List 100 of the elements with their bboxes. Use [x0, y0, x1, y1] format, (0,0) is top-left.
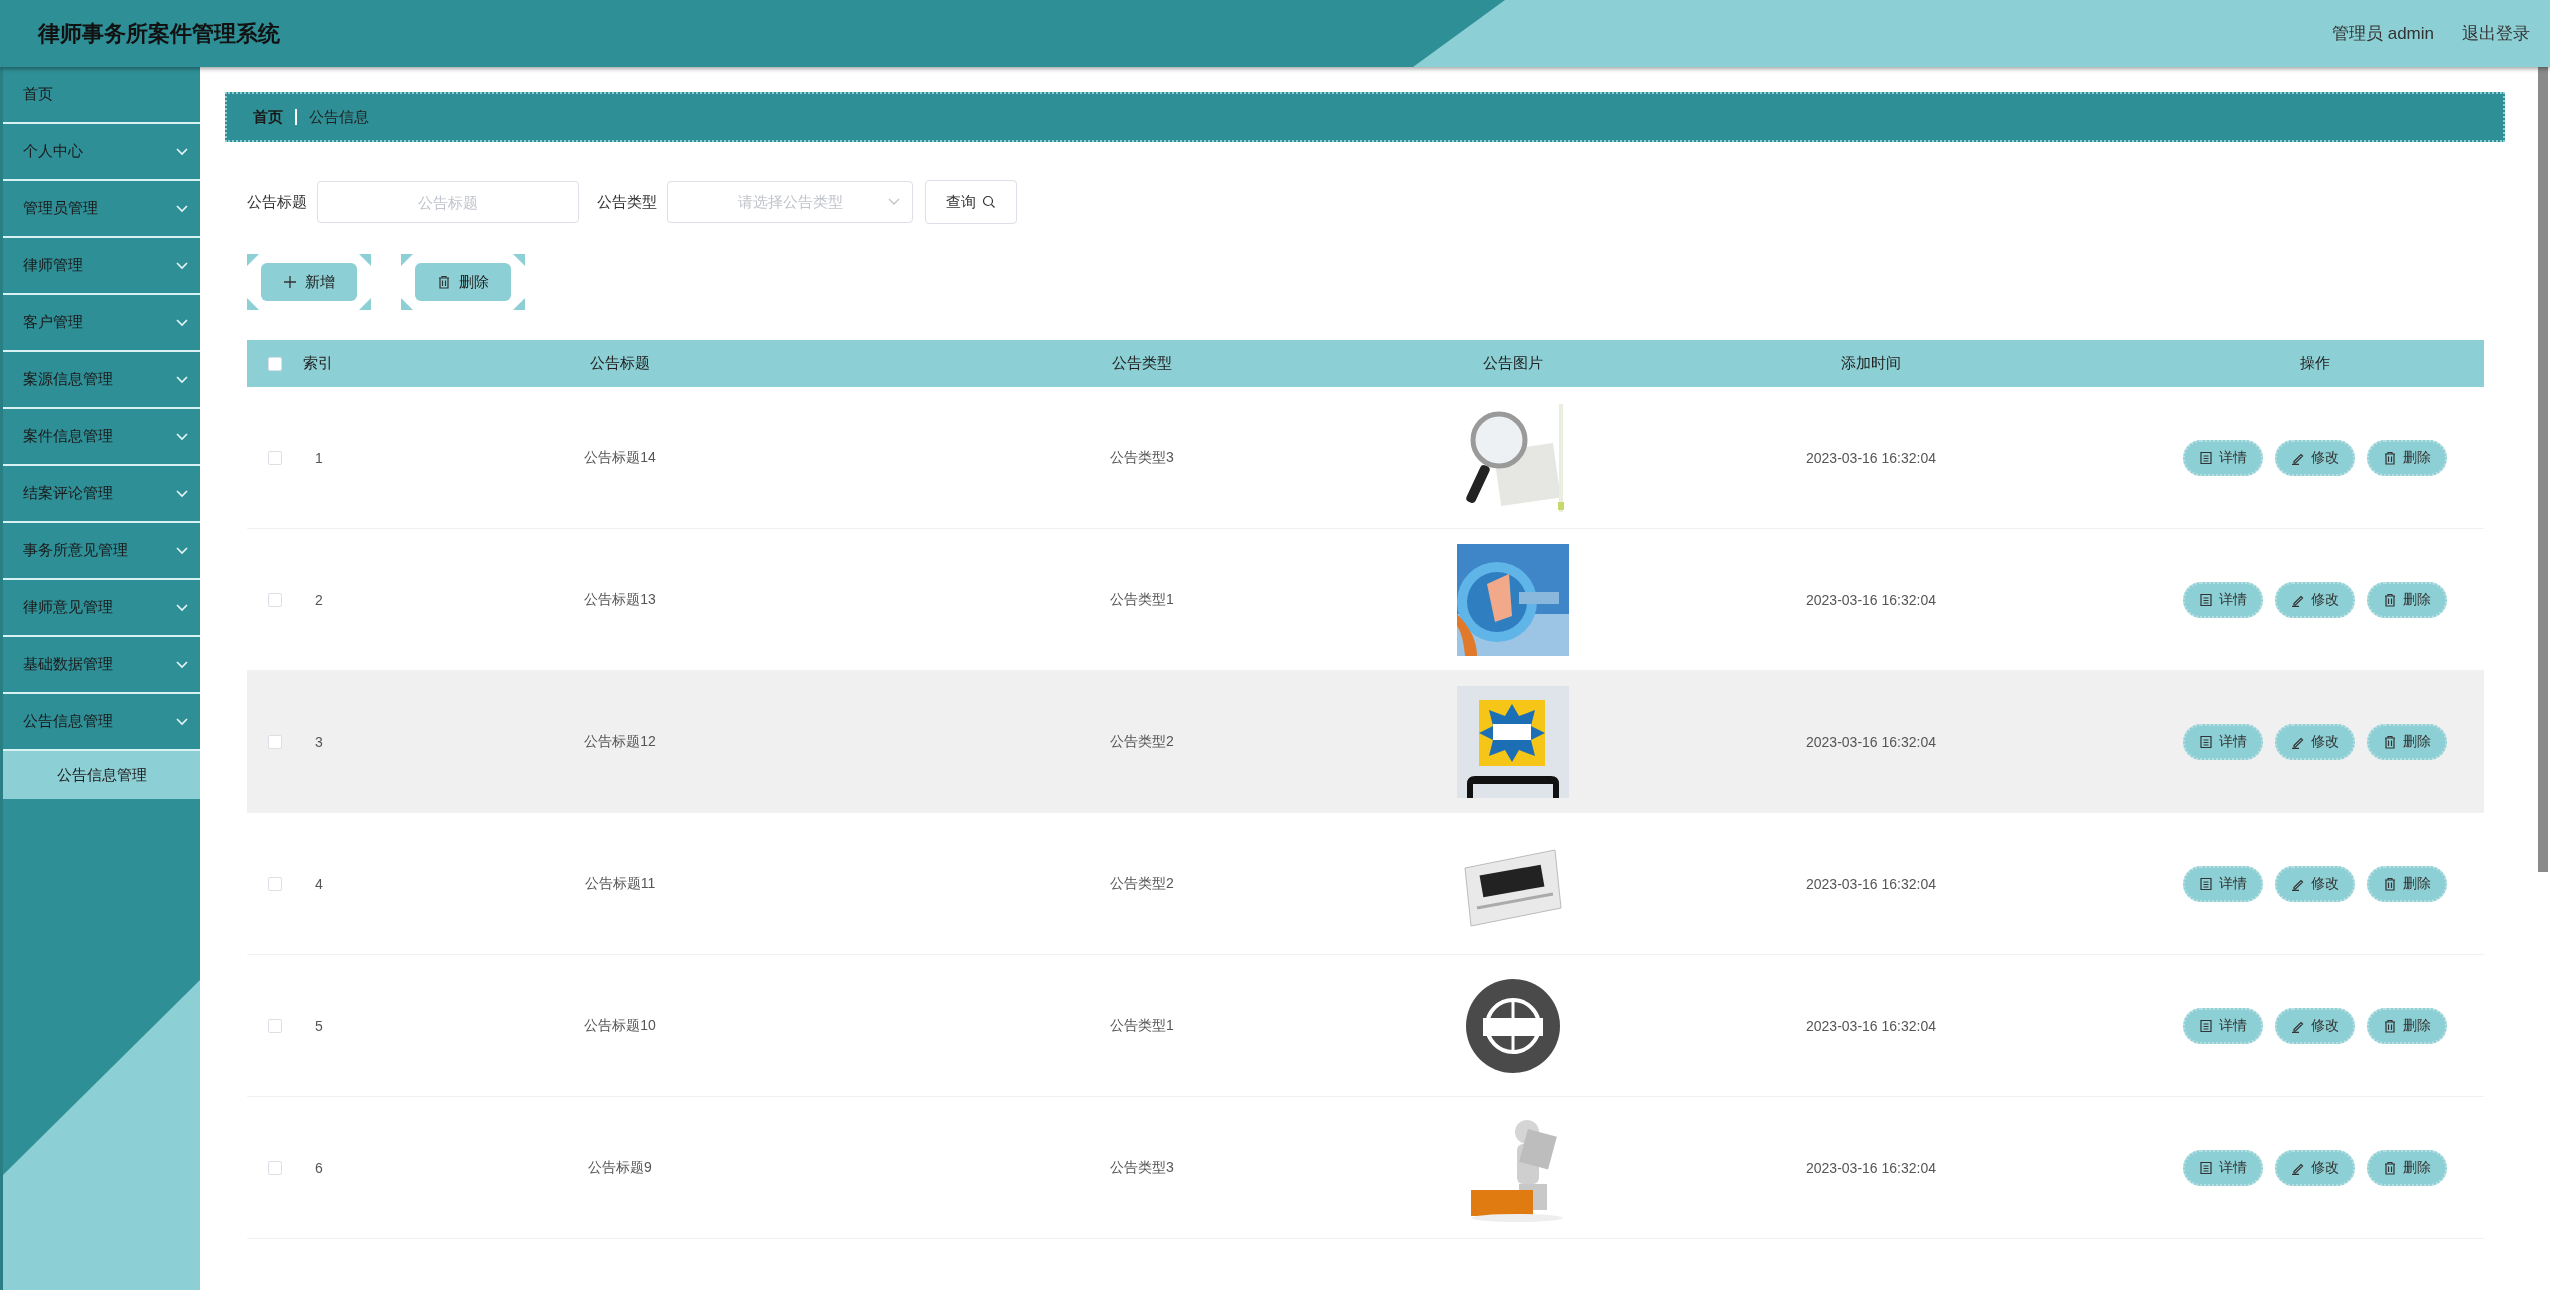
delete-button[interactable]: 删除 — [2367, 1149, 2447, 1186]
table-cell: 公告标题14 — [584, 448, 656, 465]
sidebar-item[interactable]: 客户管理 — [3, 295, 200, 352]
sidebar-item[interactable]: 案件信息管理 — [3, 409, 200, 466]
table-cell: 4 — [315, 875, 323, 892]
table-cell: 公告标题13 — [584, 590, 656, 607]
plus-icon — [283, 275, 297, 289]
row-checkbox[interactable] — [268, 592, 282, 607]
row-checkbox[interactable] — [268, 876, 282, 891]
row-checkbox[interactable] — [268, 734, 282, 749]
edit-button[interactable]: 修改 — [2275, 1149, 2355, 1186]
corner-ornament — [359, 298, 371, 310]
detail-button[interactable]: 详情 — [2183, 581, 2263, 618]
scrollbar[interactable] — [2538, 67, 2548, 872]
trash-icon — [2383, 1018, 2397, 1033]
column-header: 公告标题 — [590, 354, 650, 371]
table-cell: 公告类型2 — [1110, 732, 1174, 749]
detail-button[interactable]: 详情 — [2183, 1007, 2263, 1044]
table-cell: 2023-03-16 16:32:04 — [1806, 875, 1936, 892]
sidebar-item[interactable]: 基础数据管理 — [3, 637, 200, 694]
table-cell: 公告标题10 — [584, 1016, 656, 1033]
trash-icon — [2383, 592, 2397, 607]
table-cell: 公告类型3 — [1110, 1158, 1174, 1175]
delete-button[interactable]: 删除 — [415, 263, 511, 301]
column-header: 索引 — [303, 354, 333, 371]
delete-button[interactable]: 删除 — [2367, 581, 2447, 618]
add-button[interactable]: 新增 — [261, 263, 357, 301]
delete-button[interactable]: 删除 — [2367, 439, 2447, 476]
select-all-checkbox[interactable] — [268, 356, 282, 371]
field-label: 公告标题 — [247, 192, 307, 212]
search-button[interactable]: 查询 — [925, 180, 1017, 224]
sidebar-item[interactable]: 首页 — [3, 67, 200, 124]
table-cell: 5 — [315, 1017, 323, 1034]
trash-icon — [2383, 876, 2397, 891]
table-cell: 2023-03-16 16:32:04 — [1806, 449, 1936, 466]
table-cell: 3 — [315, 733, 323, 750]
logout-link[interactable]: 退出登录 — [2462, 22, 2530, 45]
chevron-down-icon — [176, 318, 188, 327]
chevron-down-icon — [176, 489, 188, 498]
chevron-down-icon — [176, 660, 188, 669]
table-cell: 2 — [315, 591, 323, 608]
table-cell: 公告类型2 — [1110, 874, 1174, 891]
row-checkbox[interactable] — [268, 1018, 282, 1033]
column-header: 公告类型 — [1112, 354, 1172, 371]
table-cell: 6 — [315, 1159, 323, 1176]
edit-button[interactable]: 修改 — [2275, 865, 2355, 902]
document-icon — [2199, 592, 2213, 607]
delete-button[interactable]: 删除 — [2367, 723, 2447, 760]
detail-button[interactable]: 详情 — [2183, 439, 2263, 476]
document-icon — [2199, 734, 2213, 749]
chevron-down-icon — [176, 204, 188, 213]
edit-button[interactable]: 修改 — [2275, 1007, 2355, 1044]
table-cell: 2023-03-16 16:32:04 — [1806, 733, 1936, 750]
sidebar-item[interactable]: 个人中心 — [3, 124, 200, 181]
document-icon — [2199, 450, 2213, 465]
delete-button[interactable]: 删除 — [2367, 1007, 2447, 1044]
corner-ornament — [513, 298, 525, 310]
row-checkbox[interactable] — [268, 450, 282, 465]
breadcrumb-link[interactable]: 首页 — [253, 107, 283, 127]
delete-button[interactable]: 删除 — [2367, 865, 2447, 902]
chevron-down-icon — [176, 147, 188, 156]
search-icon — [982, 195, 996, 209]
edit-button[interactable]: 修改 — [2275, 581, 2355, 618]
edit-button[interactable]: 修改 — [2275, 439, 2355, 476]
sidebar-item[interactable]: 事务所意见管理 — [3, 523, 200, 580]
search-field[interactable]: 公告标题 — [317, 181, 579, 223]
sidebar-item[interactable]: 结案评论管理 — [3, 466, 200, 523]
document-icon — [2199, 1018, 2213, 1033]
table-cell: 公告标题12 — [584, 732, 656, 749]
detail-button[interactable]: 详情 — [2183, 865, 2263, 902]
user-name: 管理员 admin — [2331, 23, 2434, 45]
edit-button[interactable]: 修改 — [2275, 723, 2355, 760]
row-checkbox[interactable] — [268, 1160, 282, 1175]
app-title: 律师事务所案件管理系统 — [38, 19, 280, 48]
table-cell: 1 — [315, 449, 323, 466]
trash-icon — [2383, 450, 2397, 465]
sidebar-item[interactable]: 案源信息管理 — [3, 352, 200, 409]
sidebar-item[interactable]: 律师管理 — [3, 238, 200, 295]
detail-button[interactable]: 详情 — [2183, 1149, 2263, 1186]
detail-button[interactable]: 详情 — [2183, 723, 2263, 760]
column-header: 添加时间 — [1841, 354, 1901, 371]
corner-ornament — [247, 254, 259, 266]
chevron-down-icon — [176, 603, 188, 612]
sidebar-item[interactable]: 律师意见管理 — [3, 580, 200, 637]
sidebar-subitem[interactable]: 公告信息管理 — [3, 751, 200, 799]
corner-ornament — [401, 298, 413, 310]
sidebar-item[interactable]: 管理员管理 — [3, 181, 200, 238]
caret-icon — [888, 198, 900, 206]
field-label: 公告类型 — [597, 192, 657, 212]
table-cell: 公告标题11 — [584, 874, 656, 891]
corner-ornament — [359, 254, 371, 266]
table-cell: 公告类型1 — [1110, 590, 1174, 607]
corner-ornament — [513, 254, 525, 266]
trash-icon — [2383, 1160, 2397, 1175]
table-cell: 2023-03-16 16:32:04 — [1806, 1159, 1936, 1176]
column-header: 操作 — [2300, 354, 2330, 371]
table-cell: 公告类型3 — [1110, 448, 1174, 465]
table-cell: 公告类型1 — [1110, 1016, 1174, 1033]
chevron-down-icon — [176, 261, 188, 270]
document-icon — [2199, 1160, 2213, 1175]
